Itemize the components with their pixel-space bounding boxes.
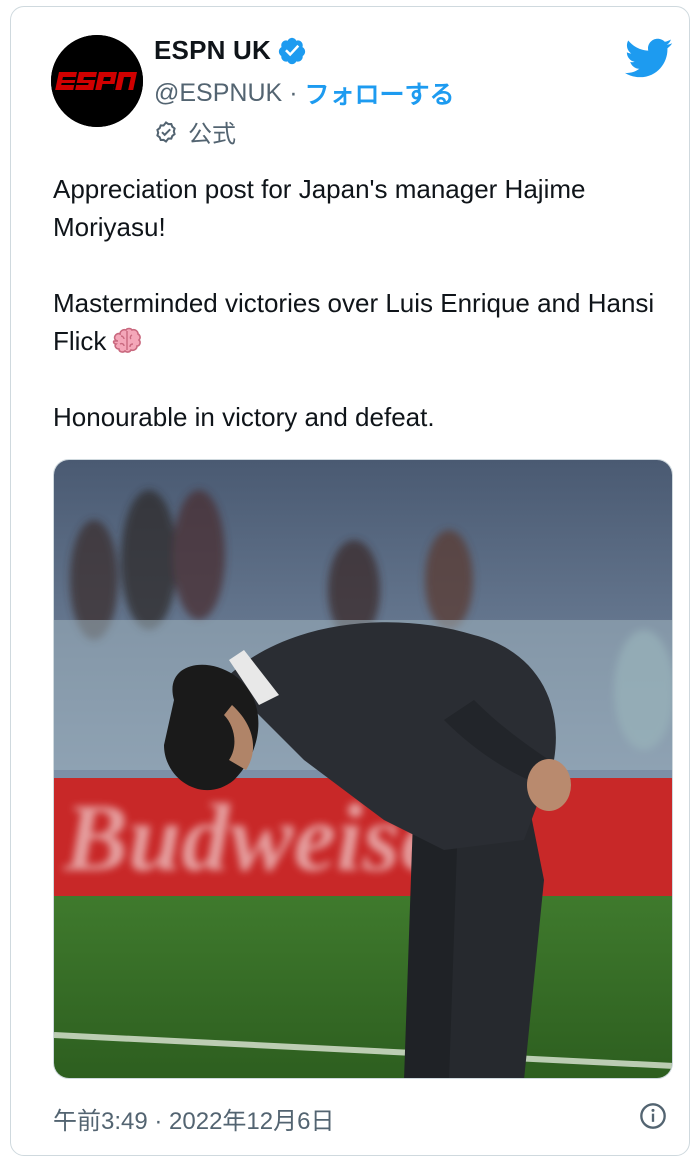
brain-icon (113, 327, 142, 353)
photo-bowing-manager: Budweiser (54, 460, 672, 1078)
follow-button[interactable]: フォローする (305, 75, 455, 111)
official-label-row: 公式 (154, 114, 236, 149)
espn-logo (51, 35, 143, 127)
official-label: 公式 (188, 121, 236, 148)
tweet-paragraph-2-text: Masterminded victories over Luis Enrique… (53, 288, 655, 356)
name-row[interactable]: ESPN UK (154, 35, 307, 66)
tweet-paragraph-2: Masterminded victories over Luis Enrique… (53, 284, 683, 360)
tweet-paragraph-3: Honourable in victory and defeat. (53, 402, 435, 432)
tweet-card: ESPN UK @ESPNUK · フォローする 公式 Appreciation… (10, 6, 690, 1156)
tweet-timestamp[interactable]: 午前3:49 · 2022年12月6日 (53, 1101, 334, 1136)
handle[interactable]: @ESPNUK (154, 79, 282, 108)
info-icon[interactable] (639, 1102, 667, 1130)
official-check-icon (156, 120, 176, 143)
tweet-paragraph-1: Appreciation post for Japan's manager Ha… (53, 174, 586, 242)
twitter-bird-icon[interactable] (623, 37, 673, 79)
handle-row: @ESPNUK · フォローする (154, 75, 455, 111)
tweet-photo[interactable]: Budweiser (53, 459, 673, 1079)
verified-badge-icon (278, 37, 306, 64)
separator: · (289, 78, 298, 107)
display-name[interactable]: ESPN UK (154, 35, 271, 66)
avatar[interactable] (51, 35, 143, 127)
tweet-text: Appreciation post for Japan's manager Ha… (53, 170, 683, 474)
